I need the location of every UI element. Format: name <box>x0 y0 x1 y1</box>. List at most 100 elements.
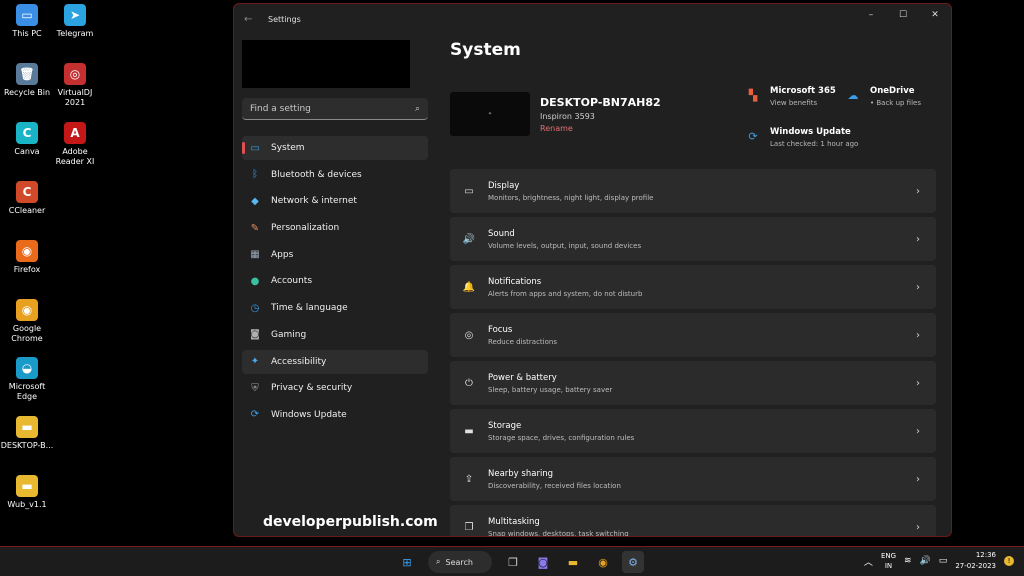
desktop-icon-this-pc[interactable]: ▭ This PC <box>0 4 54 39</box>
sidebar-item-accounts[interactable]: ● Accounts <box>242 269 428 293</box>
desktop-icon-virtualdj-2021[interactable]: ◎ VirtualDJ 2021 <box>48 63 102 108</box>
clock[interactable]: 12:36 27-02-2023 <box>955 550 996 572</box>
show-hidden-icons-chevron-icon[interactable]: ︿ <box>864 555 873 568</box>
card-subtitle: Alerts from apps and system, do not dist… <box>488 289 643 298</box>
sidebar-item-windows-update[interactable]: ⟳ Windows Update <box>242 403 428 427</box>
privacy-security-icon: ⛨ <box>251 382 259 394</box>
sidebar-item-time-language[interactable]: ◷ Time & language <box>242 296 428 320</box>
settings-card-sound[interactable]: 🔊 Sound Volume levels, output, input, soun… <box>450 217 936 261</box>
adobe-reader-xi-icon: A <box>64 122 86 144</box>
windows-update-title: Windows Update <box>770 127 851 137</box>
sidebar-item-system[interactable]: ▭ System <box>242 136 428 160</box>
sidebar-item-personalization[interactable]: ✎ Personalization <box>242 216 428 240</box>
sidebar-item-bluetooth-devices[interactable]: ᛒ Bluetooth & devices <box>242 163 428 187</box>
file-explorer-icon[interactable]: ▬ <box>562 551 584 573</box>
settings-card-focus[interactable]: ◎ Focus Reduce distractions › <box>450 313 936 357</box>
back-arrow-icon[interactable]: ← <box>244 14 260 25</box>
search-icon: ⌕ <box>414 103 420 114</box>
notification-badge-icon[interactable]: ! <box>1004 556 1014 566</box>
desktop-icon-label: Canva <box>14 147 40 156</box>
chevron-right-icon: › <box>916 473 920 485</box>
sidebar-item-label: Privacy & security <box>271 383 353 394</box>
sidebar-item-accessibility[interactable]: ✦ Accessibility <box>242 349 428 374</box>
sidebar-item-label: Windows Update <box>271 409 347 420</box>
desktop-icon-label: Telegram <box>56 29 94 38</box>
chevron-right-icon: › <box>916 521 920 533</box>
sidebar-item-network-internet[interactable]: ◆ Network & internet <box>242 189 428 213</box>
focus-icon: ◎ <box>464 329 474 341</box>
card-subtitle: Sleep, battery usage, battery saver <box>488 385 613 394</box>
microsoft-365-icon: ▚ <box>748 88 758 102</box>
windows-update-link[interactable]: ⟳ Windows Update Last checked: 1 hour ago <box>746 127 858 148</box>
minimize-button[interactable]: – <box>855 4 887 26</box>
desktop-icon-desktop-b[interactable]: ▬ DESKTOP-B... <box>0 416 54 451</box>
desktop-icon-canva[interactable]: C Canva <box>0 122 54 157</box>
chevron-right-icon: › <box>916 329 920 341</box>
volume-icon[interactable]: 🔊 <box>920 556 931 566</box>
sidebar-item-apps[interactable]: ▦ Apps <box>242 243 428 267</box>
microsoft-365-link[interactable]: ▚ Microsoft 365 View benefits <box>746 86 836 107</box>
apps-icon: ▦ <box>250 249 260 261</box>
onedrive-link[interactable]: ☁ OneDrive • Back up files <box>846 86 922 107</box>
notifications-icon: 🔔 <box>462 281 476 293</box>
sidebar-item-privacy-security[interactable]: ⛨ Privacy & security <box>242 376 428 400</box>
storage-icon: ▬ <box>464 425 474 437</box>
chevron-right-icon: › <box>916 281 920 293</box>
network-internet-icon: ◆ <box>251 195 259 207</box>
settings-window: ← Settings – ☐ ✕ Find a setting ⌕ ▭ Syste… <box>233 3 952 537</box>
taskbar-search-button[interactable]: ⌕ Search <box>428 551 492 573</box>
onedrive-icon: ☁ <box>847 88 859 102</box>
desktop-icon-adobe-reader-xi[interactable]: A Adobe Reader XI <box>48 122 102 167</box>
sound-icon: 🔊 <box>462 233 476 245</box>
sidebar-item-label: System <box>271 143 305 153</box>
desktop-icon-label: Google Chrome <box>11 324 43 343</box>
microsoft-365-title: Microsoft 365 <box>770 86 836 96</box>
settings-card-display[interactable]: ▭ Display Monitors, brightness, night ligh… <box>450 169 936 213</box>
settings-card-power-battery[interactable]: ⏻ Power & battery Sleep, battery usage, ba… <box>450 361 936 405</box>
maximize-button[interactable]: ☐ <box>887 4 919 26</box>
search-placeholder: Find a setting <box>250 103 311 114</box>
sidebar-nav: ▭ System ᛒ Bluetooth & devices ◆ Network & in… <box>242 136 432 427</box>
settings-card-multitasking[interactable]: ❐ Multitasking Snap windows, desktops, tas… <box>450 505 936 536</box>
desktop-icon-recycle-bin[interactable]: 🗑 Recycle Bin <box>0 63 54 98</box>
desktop-icon-microsoft-edge[interactable]: ◒ Microsoft Edge <box>0 357 54 402</box>
chrome-icon[interactable]: ◉ <box>592 551 614 573</box>
accessibility-icon: ✦ <box>250 356 260 367</box>
settings-card-storage[interactable]: ▬ Storage Storage space, drives, configura… <box>450 409 936 453</box>
search-input[interactable]: Find a setting ⌕ <box>242 98 428 120</box>
teams-chat-icon[interactable]: ◙ <box>532 551 554 573</box>
settings-app-icon[interactable]: ⚙ <box>622 551 644 573</box>
settings-card-notifications[interactable]: 🔔 Notifications Alerts from apps and syste… <box>450 265 936 309</box>
card-subtitle: Storage space, drives, configuration rul… <box>488 433 635 442</box>
settings-card-nearby-sharing[interactable]: ⇪ Nearby sharing Discoverability, received… <box>450 457 936 501</box>
this-pc-icon: ▭ <box>16 4 38 26</box>
firefox-icon: ◉ <box>16 240 38 262</box>
chevron-right-icon: › <box>916 185 920 197</box>
card-subtitle: Reduce distractions <box>488 337 557 346</box>
sidebar-item-label: Accessibility <box>271 356 327 367</box>
gaming-icon: ◙ <box>250 329 260 341</box>
virtualdj-2021-icon: ◎ <box>64 63 86 85</box>
user-profile-redacted[interactable] <box>242 40 410 88</box>
rename-link[interactable]: Rename <box>540 124 661 133</box>
language-indicator[interactable]: ENG IN <box>881 551 896 571</box>
watermark-text: developerpublish.com <box>263 514 438 530</box>
windows-update-icon: ⟳ <box>250 409 260 421</box>
desktop-b-icon: ▬ <box>16 416 38 438</box>
close-button[interactable]: ✕ <box>919 4 951 26</box>
sidebar-item-gaming[interactable]: ◙ Gaming <box>242 323 428 347</box>
desktop-icon-firefox[interactable]: ◉ Firefox <box>0 240 54 275</box>
task-view-icon[interactable]: ❐ <box>502 551 524 573</box>
battery-icon[interactable]: ▭ <box>939 556 948 566</box>
desktop-icon-ccleaner[interactable]: C CCleaner <box>0 181 54 216</box>
desktop-icon-wub-v1-1[interactable]: ▬ Wub_v1.1 <box>0 475 54 510</box>
windows-update-icon: ⟳ <box>748 129 758 143</box>
card-title: Storage <box>488 420 522 431</box>
desktop-icon-label: Recycle Bin <box>3 88 51 97</box>
start-button[interactable]: ⊞ <box>396 551 418 573</box>
desktop-icon-google-chrome[interactable]: ◉ Google Chrome <box>0 299 54 344</box>
multitasking-icon: ❐ <box>464 521 474 533</box>
desktop-icon-label: Adobe Reader XI <box>55 147 95 166</box>
wifi-icon[interactable]: ≋ <box>904 556 912 566</box>
desktop-icon-telegram[interactable]: ➤ Telegram <box>48 4 102 39</box>
